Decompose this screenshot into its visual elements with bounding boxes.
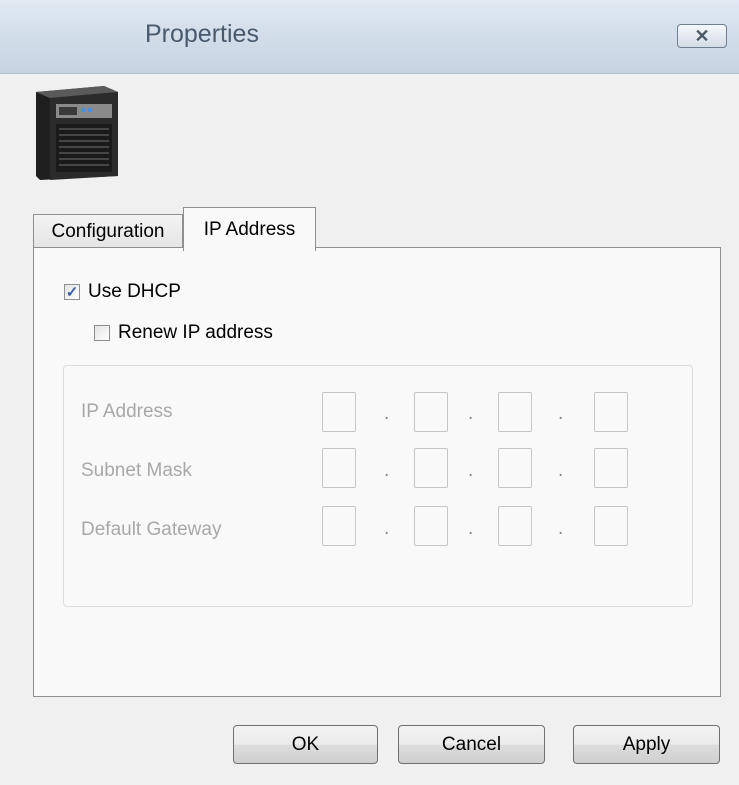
ip-separator: . [384,460,390,481]
renew-ip-label: Renew IP address [118,322,273,343]
ip-separator: . [468,518,474,539]
default-gateway-octet-4[interactable] [594,506,628,546]
tab-ip-address[interactable]: IP Address [183,207,316,251]
tab-configuration[interactable]: Configuration [33,214,183,249]
ip-separator: . [558,403,564,424]
close-button[interactable]: ✕ [677,24,727,48]
cancel-button[interactable]: Cancel [398,725,545,764]
subnet-mask-octet-4[interactable] [594,448,628,488]
ok-button[interactable]: OK [233,725,378,764]
use-dhcp-label: Use DHCP [88,281,181,302]
subnet-mask-octet-3[interactable] [498,448,532,488]
window-title: Properties [145,20,259,48]
use-dhcp-checkbox[interactable]: ✓ [64,284,80,300]
ip-address-octet-4[interactable] [594,392,628,432]
ip-separator: . [384,403,390,424]
ip-address-octet-3[interactable] [498,392,532,432]
ip-address-label: IP Address [81,401,173,422]
use-dhcp-option[interactable]: ✓ Use DHCP [64,281,181,303]
subnet-mask-label: Subnet Mask [81,460,192,481]
title-bar: Properties ✕ [0,0,739,74]
ip-address-octet-2[interactable] [414,392,448,432]
default-gateway-octet-2[interactable] [414,506,448,546]
ip-separator: . [558,460,564,481]
nas-device-icon [36,86,118,180]
close-icon: ✕ [694,25,710,46]
ip-address-panel: ✓ Use DHCP Renew IP address IP Address .… [33,247,721,697]
default-gateway-label: Default Gateway [81,519,222,540]
apply-button[interactable]: Apply [573,725,720,764]
subnet-mask-octet-2[interactable] [414,448,448,488]
default-gateway-octet-3[interactable] [498,506,532,546]
renew-ip-checkbox[interactable] [94,325,110,341]
ip-address-octet-1[interactable] [322,392,356,432]
ip-separator: . [468,403,474,424]
static-ip-group: IP Address . . . Subnet Mask . . . Defau… [63,365,693,607]
subnet-mask-octet-1[interactable] [322,448,356,488]
ip-separator: . [468,460,474,481]
ip-separator: . [384,518,390,539]
default-gateway-octet-1[interactable] [322,506,356,546]
ip-separator: . [558,518,564,539]
renew-ip-option[interactable]: Renew IP address [94,322,273,344]
